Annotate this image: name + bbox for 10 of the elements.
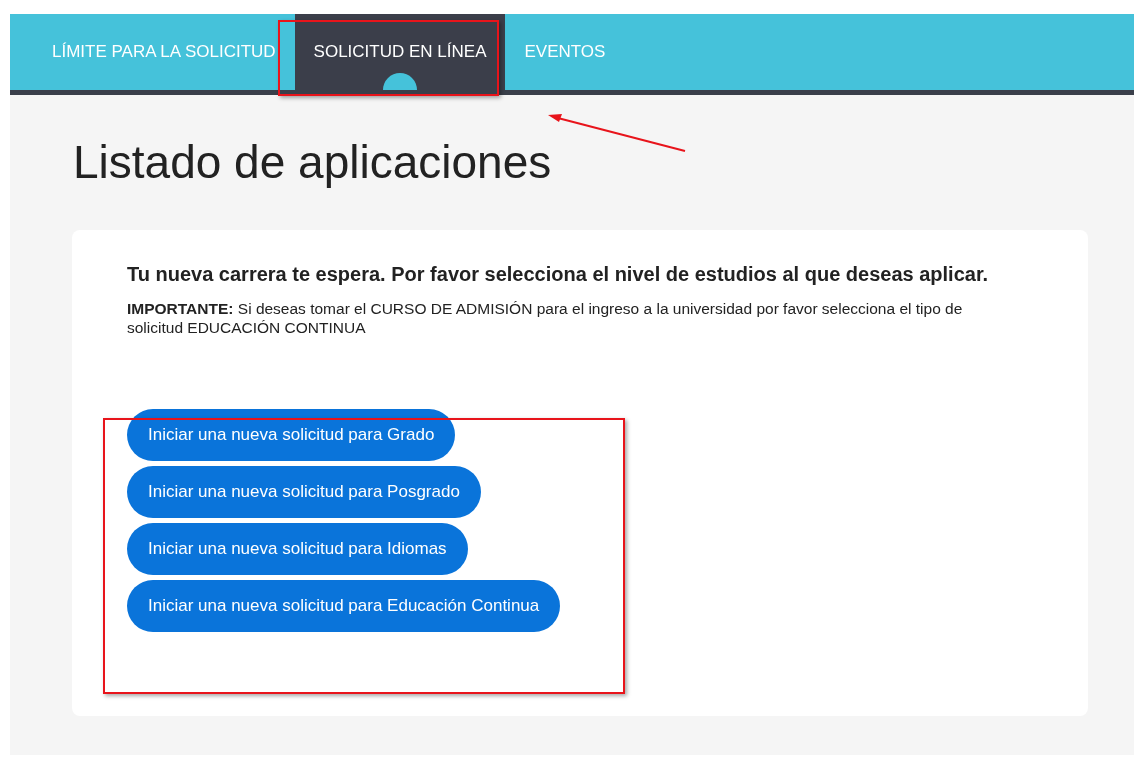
page-title: Listado de aplicaciones <box>73 135 552 190</box>
start-application-button[interactable]: Iniciar una nueva solicitud para Grado <box>127 409 456 461</box>
start-application-button[interactable]: Iniciar una nueva solicitud para Posgrado <box>127 466 481 518</box>
start-application-button[interactable]: Iniciar una nueva solicitud para Educación Continua <box>127 580 561 632</box>
nav-tab[interactable]: SOLICITUD EN LÍNEA <box>294 14 506 90</box>
tab-indicator-icon <box>383 73 418 90</box>
important-notice: IMPORTANTE: Si deseas tomar el CURSO DE ADMISIÓN para el ingreso a la universidad por favor selecciona el tipo de solicitud EDUCACIÓN CONTINUA <box>127 299 964 337</box>
start-application-button[interactable]: Iniciar una nueva solicitud para Idiomas <box>127 523 468 575</box>
arrow-icon <box>548 114 686 152</box>
card-heading: Tu nueva carrera te espera. Por favor selecciona el nivel de estudios al que deseas aplicar. <box>127 262 990 287</box>
